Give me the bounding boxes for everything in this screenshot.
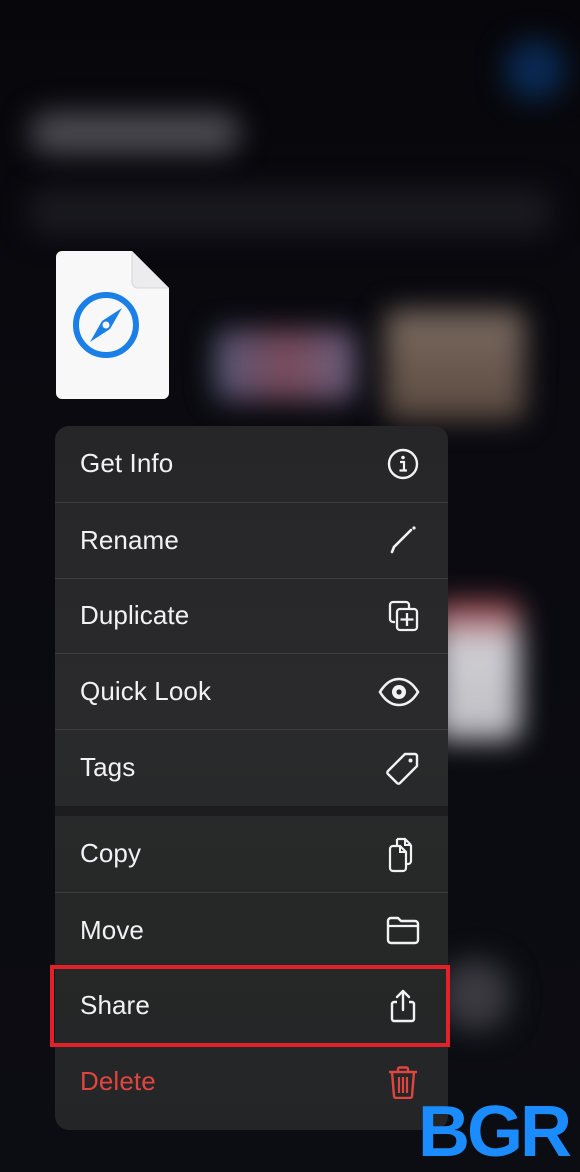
menu-item-copy[interactable]: Copy <box>55 816 448 892</box>
blurred-file-thumbnail <box>385 310 525 420</box>
trash-icon <box>386 1065 420 1099</box>
copy-documents-icon <box>386 837 420 872</box>
blurred-file-thumbnail <box>215 330 355 400</box>
menu-item-share[interactable]: Share <box>55 967 448 1044</box>
context-menu: Get Info Rename Duplicate Quick Look Tag… <box>55 426 448 1130</box>
duplicate-plus-icon <box>386 599 420 633</box>
menu-item-tags[interactable]: Tags <box>55 729 448 805</box>
menu-item-label: Move <box>80 914 144 945</box>
share-icon <box>386 989 420 1023</box>
menu-group-primary: Get Info Rename Duplicate Quick Look Tag… <box>55 426 448 805</box>
menu-item-get-info[interactable]: Get Info <box>55 426 448 502</box>
blurred-page-title <box>30 112 240 154</box>
menu-item-rename[interactable]: Rename <box>55 501 448 578</box>
menu-item-label: Copy <box>80 838 142 869</box>
blurred-profile-button <box>505 40 565 100</box>
bgr-watermark-logo: BGR <box>418 1092 572 1172</box>
tag-icon <box>386 751 420 785</box>
menu-group-separator <box>55 806 448 816</box>
eye-icon <box>378 675 420 709</box>
menu-item-delete[interactable]: Delete <box>55 1043 448 1119</box>
menu-group-secondary: Copy Move Share Delete <box>55 816 448 1119</box>
menu-item-label: Rename <box>80 524 179 555</box>
menu-item-label: Tags <box>80 752 136 783</box>
menu-item-duplicate[interactable]: Duplicate <box>55 577 448 654</box>
menu-item-label: Get Info <box>80 448 174 479</box>
menu-item-quick-look[interactable]: Quick Look <box>55 653 448 729</box>
pencil-icon <box>386 523 420 557</box>
info-circle-icon <box>386 447 420 481</box>
document-icon <box>56 251 169 399</box>
menu-item-label: Delete <box>80 1066 156 1097</box>
menu-item-label: Quick Look <box>80 676 212 707</box>
menu-item-label: Share <box>80 990 150 1021</box>
blurred-search-field <box>30 190 550 234</box>
folder-icon <box>386 913 420 947</box>
menu-item-move[interactable]: Move <box>55 891 448 968</box>
file-preview[interactable] <box>56 251 169 399</box>
menu-item-label: Duplicate <box>80 600 190 631</box>
blurred-file-thumbnail <box>440 960 510 1030</box>
